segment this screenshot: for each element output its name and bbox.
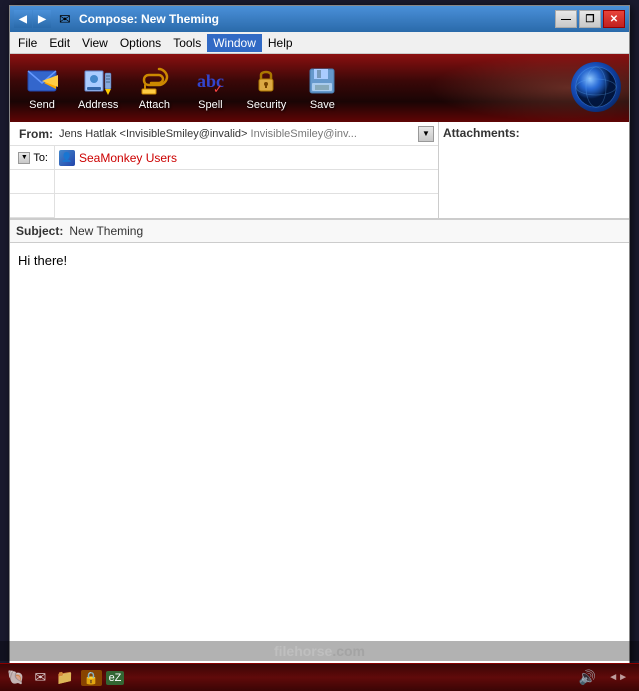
address-label: Address	[78, 99, 118, 111]
nav-back-button[interactable]: ◀	[14, 10, 32, 28]
taskbar: 🐚 ✉ 📁 🔒 eZ 🔊 ◄►	[0, 663, 639, 691]
save-button[interactable]: Save	[298, 63, 346, 113]
to-section: ▼ To: 👤 SeaMonkey Users	[10, 146, 438, 218]
send-button[interactable]: Send	[18, 63, 66, 113]
subject-row: Subject: New Theming	[10, 219, 629, 243]
bcc-field-row[interactable]	[55, 194, 438, 218]
fields-left: From: Jens Hatlak <InvisibleSmiley@inval…	[10, 122, 439, 218]
taskbar-icon-seamonkey[interactable]: 🐚	[4, 669, 27, 686]
from-dropdown[interactable]: ▼	[418, 126, 434, 142]
from-label: From:	[14, 127, 59, 141]
attachments-label: Attachments:	[443, 126, 520, 140]
to-label: To:	[33, 152, 48, 164]
to-arrow-button[interactable]: ▼	[18, 152, 30, 164]
send-label: Send	[29, 99, 55, 111]
attach-icon	[138, 65, 170, 97]
taskbar-icons: 🐚 ✉ 📁 🔒 eZ	[4, 669, 124, 686]
compose-area: From: Jens Hatlak <InvisibleSmiley@inval…	[10, 122, 629, 672]
compose-window: ◀ ▶ ✉ Compose: New Theming — ❐ ✕ File Ed…	[9, 5, 630, 673]
taskbar-icon-ez[interactable]: eZ	[106, 671, 125, 685]
cc-field-row[interactable]	[55, 170, 438, 194]
watermark-text: filehorse.com	[274, 643, 365, 659]
menu-file[interactable]: File	[12, 34, 43, 52]
title-bar: ◀ ▶ ✉ Compose: New Theming — ❐ ✕	[10, 6, 629, 32]
attach-button[interactable]: Attach	[130, 63, 178, 113]
message-body[interactable]: Hi there!	[10, 243, 629, 672]
from-row: From: Jens Hatlak <InvisibleSmiley@inval…	[10, 122, 438, 146]
address-button[interactable]: Address	[74, 63, 122, 113]
attachments-panel: Attachments:	[439, 122, 629, 218]
recipient-name[interactable]: SeaMonkey Users	[79, 151, 177, 165]
security-icon	[250, 65, 282, 97]
attach-label: Attach	[139, 99, 170, 111]
taskbar-right: 🔊 ◄►	[576, 669, 635, 686]
send-icon	[26, 65, 58, 97]
from-secondary: InvisibleSmiley@inv...	[251, 128, 357, 140]
security-label: Security	[246, 99, 286, 111]
watermark: filehorse.com	[0, 641, 639, 661]
close-button[interactable]: ✕	[603, 10, 625, 28]
header-fields: From: Jens Hatlak <InvisibleSmiley@inval…	[10, 122, 629, 219]
window-title: Compose: New Theming	[79, 12, 551, 26]
cc-label-row	[10, 170, 54, 194]
menu-options[interactable]: Options	[114, 34, 167, 52]
recipient-icon: 👤	[59, 150, 75, 166]
taskbar-volume-icon[interactable]: 🔊	[576, 669, 599, 686]
spell-icon: abc ✓	[194, 65, 226, 97]
bcc-label-row	[10, 194, 54, 218]
menu-bar: File Edit View Options Tools Window Help	[10, 32, 629, 54]
save-label: Save	[310, 99, 335, 111]
nav-forward-button[interactable]: ▶	[33, 10, 51, 28]
spell-label: Spell	[198, 99, 222, 111]
window-icon: ✉	[59, 11, 75, 27]
to-label-row: ▼ To:	[10, 146, 54, 170]
address-icon	[82, 65, 114, 97]
window-controls: — ❐ ✕	[555, 10, 625, 28]
security-button[interactable]: Security	[242, 63, 290, 113]
save-icon	[306, 65, 338, 97]
to-labels: ▼ To:	[10, 146, 55, 218]
menu-edit[interactable]: Edit	[43, 34, 76, 52]
restore-button[interactable]: ❐	[579, 10, 601, 28]
subject-value[interactable]: New Theming	[69, 224, 143, 238]
menu-view[interactable]: View	[76, 34, 114, 52]
from-name: Jens Hatlak <InvisibleSmiley@invalid>	[59, 128, 247, 140]
minimize-button[interactable]: —	[555, 10, 577, 28]
taskbar-icon-lock[interactable]: 🔒	[81, 670, 102, 686]
to-field-row[interactable]: 👤 SeaMonkey Users	[55, 146, 438, 170]
taskbar-arrows-icon: ◄►	[605, 672, 631, 683]
taskbar-icon-file[interactable]: 📁	[53, 669, 76, 686]
toolbar: Send Address	[10, 54, 629, 122]
spell-button[interactable]: abc ✓ Spell	[186, 63, 234, 113]
menu-help[interactable]: Help	[262, 34, 299, 52]
menu-tools[interactable]: Tools	[167, 34, 207, 52]
from-value: Jens Hatlak <InvisibleSmiley@invalid> In…	[59, 128, 416, 140]
menu-window[interactable]: Window	[207, 34, 262, 52]
subject-label: Subject:	[16, 224, 63, 238]
to-fields: 👤 SeaMonkey Users	[55, 146, 438, 218]
svg-text:✓: ✓	[213, 82, 223, 95]
taskbar-icon-mail[interactable]: ✉	[31, 669, 49, 686]
globe-icon	[571, 62, 621, 112]
